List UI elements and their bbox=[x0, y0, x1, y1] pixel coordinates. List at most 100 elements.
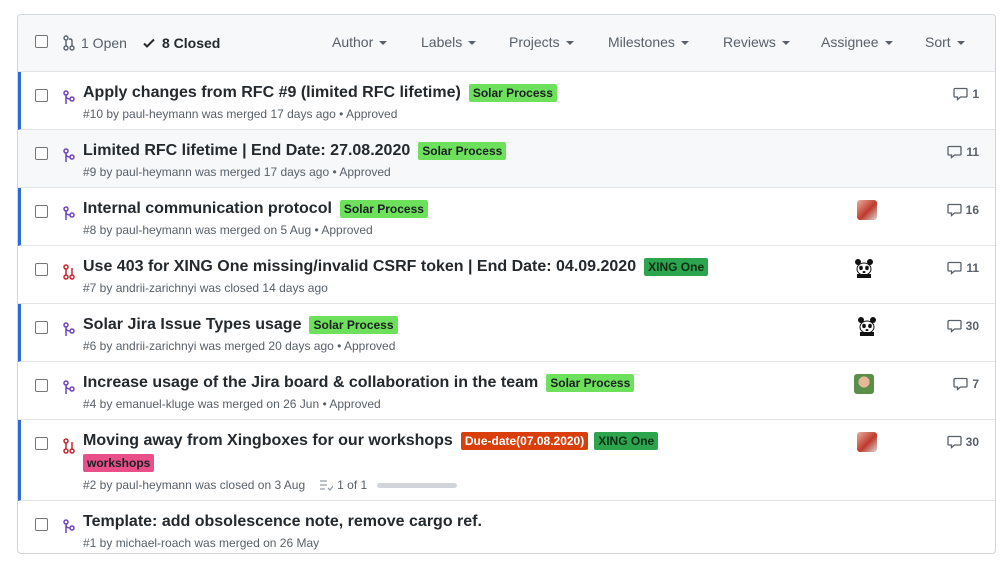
pr-title-link[interactable]: Solar Jira Issue Types usage bbox=[83, 316, 301, 334]
comment-count: 1 bbox=[972, 87, 979, 101]
pr-meta: #4 by emanuel-kluge was merged on 26 Jun… bbox=[83, 397, 381, 411]
issue-label[interactable]: Solar Process bbox=[468, 84, 557, 102]
comment-count: 11 bbox=[966, 261, 979, 275]
row-checkbox[interactable] bbox=[35, 263, 48, 276]
comments-link[interactable]: 7 bbox=[953, 377, 979, 391]
pr-meta: #7 by andrii-zarichnyi was closed 14 day… bbox=[83, 281, 328, 295]
pr-title-link[interactable]: Moving away from Xingboxes for our works… bbox=[83, 432, 453, 450]
comment-icon bbox=[953, 87, 968, 101]
comments-link[interactable]: 11 bbox=[947, 261, 979, 275]
pr-title-link[interactable]: Apply changes from RFC #9 (limited RFC l… bbox=[83, 84, 461, 102]
chevron-down-icon bbox=[680, 41, 689, 45]
merged-pr-icon bbox=[63, 322, 75, 336]
table-row[interactable]: Internal communication protocol Solar Pro… bbox=[18, 188, 995, 246]
issue-label[interactable]: Solar Process bbox=[309, 316, 398, 334]
closed-pr-icon bbox=[63, 438, 75, 454]
assignee-filter[interactable]: Assignee bbox=[821, 34, 893, 50]
sort-filter[interactable]: Sort bbox=[925, 34, 965, 50]
pr-title-link[interactable]: Increase usage of the Jira board & colla… bbox=[83, 374, 538, 392]
issue-label[interactable]: XING One bbox=[594, 432, 659, 450]
table-row[interactable]: Increase usage of the Jira board & colla… bbox=[18, 362, 995, 420]
comment-icon bbox=[946, 203, 962, 217]
pr-title-link[interactable]: Limited RFC lifetime | End Date: 27.08.2… bbox=[83, 142, 410, 160]
merged-pr-icon bbox=[63, 148, 75, 162]
assignee-avatar[interactable] bbox=[857, 432, 877, 452]
row-checkbox[interactable] bbox=[35, 89, 48, 102]
table-row[interactable]: Moving away from Xingboxes for our works… bbox=[18, 420, 995, 501]
reviews-filter-label: Reviews bbox=[723, 34, 776, 50]
comment-count: 30 bbox=[965, 319, 979, 333]
comments-link[interactable]: 16 bbox=[946, 203, 979, 217]
closed-pr-icon bbox=[63, 264, 75, 280]
assignee-avatar[interactable] bbox=[854, 258, 874, 278]
filter-bar: Author Labels Projects Milestones Review… bbox=[18, 34, 995, 52]
checklist-icon bbox=[320, 480, 334, 491]
comment-count: 11 bbox=[966, 145, 979, 159]
pr-meta: #9 by paul-heymann was merged 17 days ag… bbox=[83, 165, 391, 179]
chevron-down-icon bbox=[884, 41, 893, 45]
comment-icon bbox=[947, 261, 962, 275]
table-row[interactable]: Solar Jira Issue Types usage Solar Proces… bbox=[18, 304, 995, 362]
author-filter[interactable]: Author bbox=[332, 34, 388, 50]
comment-count: 16 bbox=[965, 203, 979, 217]
pull-request-list: 1 Open 8 Closed Author Labels Projects M… bbox=[17, 14, 996, 554]
comments-link[interactable]: 30 bbox=[946, 435, 979, 449]
pr-title-link[interactable]: Use 403 for XING One missing/invalid CSR… bbox=[83, 258, 636, 276]
chevron-down-icon bbox=[468, 41, 477, 45]
chevron-down-icon bbox=[379, 41, 388, 45]
chevron-down-icon bbox=[781, 41, 790, 45]
comment-icon bbox=[946, 435, 962, 449]
task-progress-bar bbox=[377, 482, 458, 488]
issue-label[interactable]: Solar Process bbox=[418, 142, 507, 160]
comment-count: 7 bbox=[972, 377, 979, 391]
row-checkbox[interactable] bbox=[35, 379, 48, 392]
row-checkbox[interactable] bbox=[35, 205, 48, 218]
merged-pr-icon bbox=[63, 90, 75, 104]
pull-request-rows: Apply changes from RFC #9 (limited RFC l… bbox=[18, 72, 995, 553]
chevron-down-icon bbox=[956, 41, 965, 45]
issue-label[interactable]: Solar Process bbox=[546, 374, 635, 392]
assignee-avatar[interactable] bbox=[857, 200, 877, 220]
comments-link[interactable]: 11 bbox=[947, 145, 979, 159]
comment-icon bbox=[946, 319, 962, 333]
comments-link[interactable]: 1 bbox=[953, 87, 979, 101]
assignee-avatar[interactable] bbox=[857, 316, 877, 336]
pr-meta: #1 by michael-roach was merged on 26 May bbox=[83, 536, 320, 550]
assignee-filter-label: Assignee bbox=[821, 34, 879, 50]
sort-filter-label: Sort bbox=[925, 34, 951, 50]
row-checkbox[interactable] bbox=[35, 147, 48, 160]
merged-pr-icon bbox=[63, 206, 75, 220]
milestones-filter[interactable]: Milestones bbox=[608, 34, 689, 50]
pr-meta: #2 by paul-heymann was closed on 3 Aug bbox=[83, 478, 306, 492]
pr-meta: #10 by paul-heymann was merged 17 days a… bbox=[83, 107, 398, 121]
reviews-filter[interactable]: Reviews bbox=[723, 34, 790, 50]
author-filter-label: Author bbox=[332, 34, 374, 50]
row-checkbox[interactable] bbox=[35, 518, 48, 531]
table-row[interactable]: Apply changes from RFC #9 (limited RFC l… bbox=[18, 72, 995, 130]
projects-filter-label: Projects bbox=[509, 34, 560, 50]
comment-icon bbox=[953, 377, 968, 391]
labels-filter-label: Labels bbox=[421, 34, 463, 50]
pr-meta: #6 by andrii-zarichnyi was merged 20 day… bbox=[83, 339, 396, 353]
issue-label[interactable]: Due-date(07.08.2020) bbox=[460, 432, 589, 450]
labels-filter[interactable]: Labels bbox=[421, 34, 477, 50]
issue-label[interactable]: Solar Process bbox=[339, 200, 428, 218]
projects-filter[interactable]: Projects bbox=[509, 34, 574, 50]
issue-label[interactable]: workshops bbox=[83, 454, 155, 472]
table-row[interactable]: Use 403 for XING One missing/invalid CSR… bbox=[18, 246, 995, 304]
merged-pr-icon bbox=[63, 519, 75, 533]
pr-title-link[interactable]: Internal communication protocol bbox=[83, 200, 332, 218]
merged-pr-icon bbox=[63, 380, 75, 394]
issue-label[interactable]: XING One bbox=[644, 258, 709, 276]
assignee-avatar[interactable] bbox=[854, 374, 874, 394]
table-row[interactable]: Template: add obsolescence note, remove … bbox=[18, 501, 995, 553]
chevron-down-icon bbox=[565, 41, 574, 45]
row-checkbox[interactable] bbox=[35, 437, 48, 450]
comments-link[interactable]: 30 bbox=[946, 319, 979, 333]
pr-title-link[interactable]: Template: add obsolescence note, remove … bbox=[83, 513, 482, 531]
milestones-filter-label: Milestones bbox=[608, 34, 675, 50]
row-checkbox[interactable] bbox=[35, 321, 48, 334]
comment-count: 30 bbox=[965, 435, 979, 449]
table-row[interactable]: Limited RFC lifetime | End Date: 27.08.2… bbox=[18, 130, 995, 188]
task-count: 1 of 1 bbox=[337, 478, 368, 492]
